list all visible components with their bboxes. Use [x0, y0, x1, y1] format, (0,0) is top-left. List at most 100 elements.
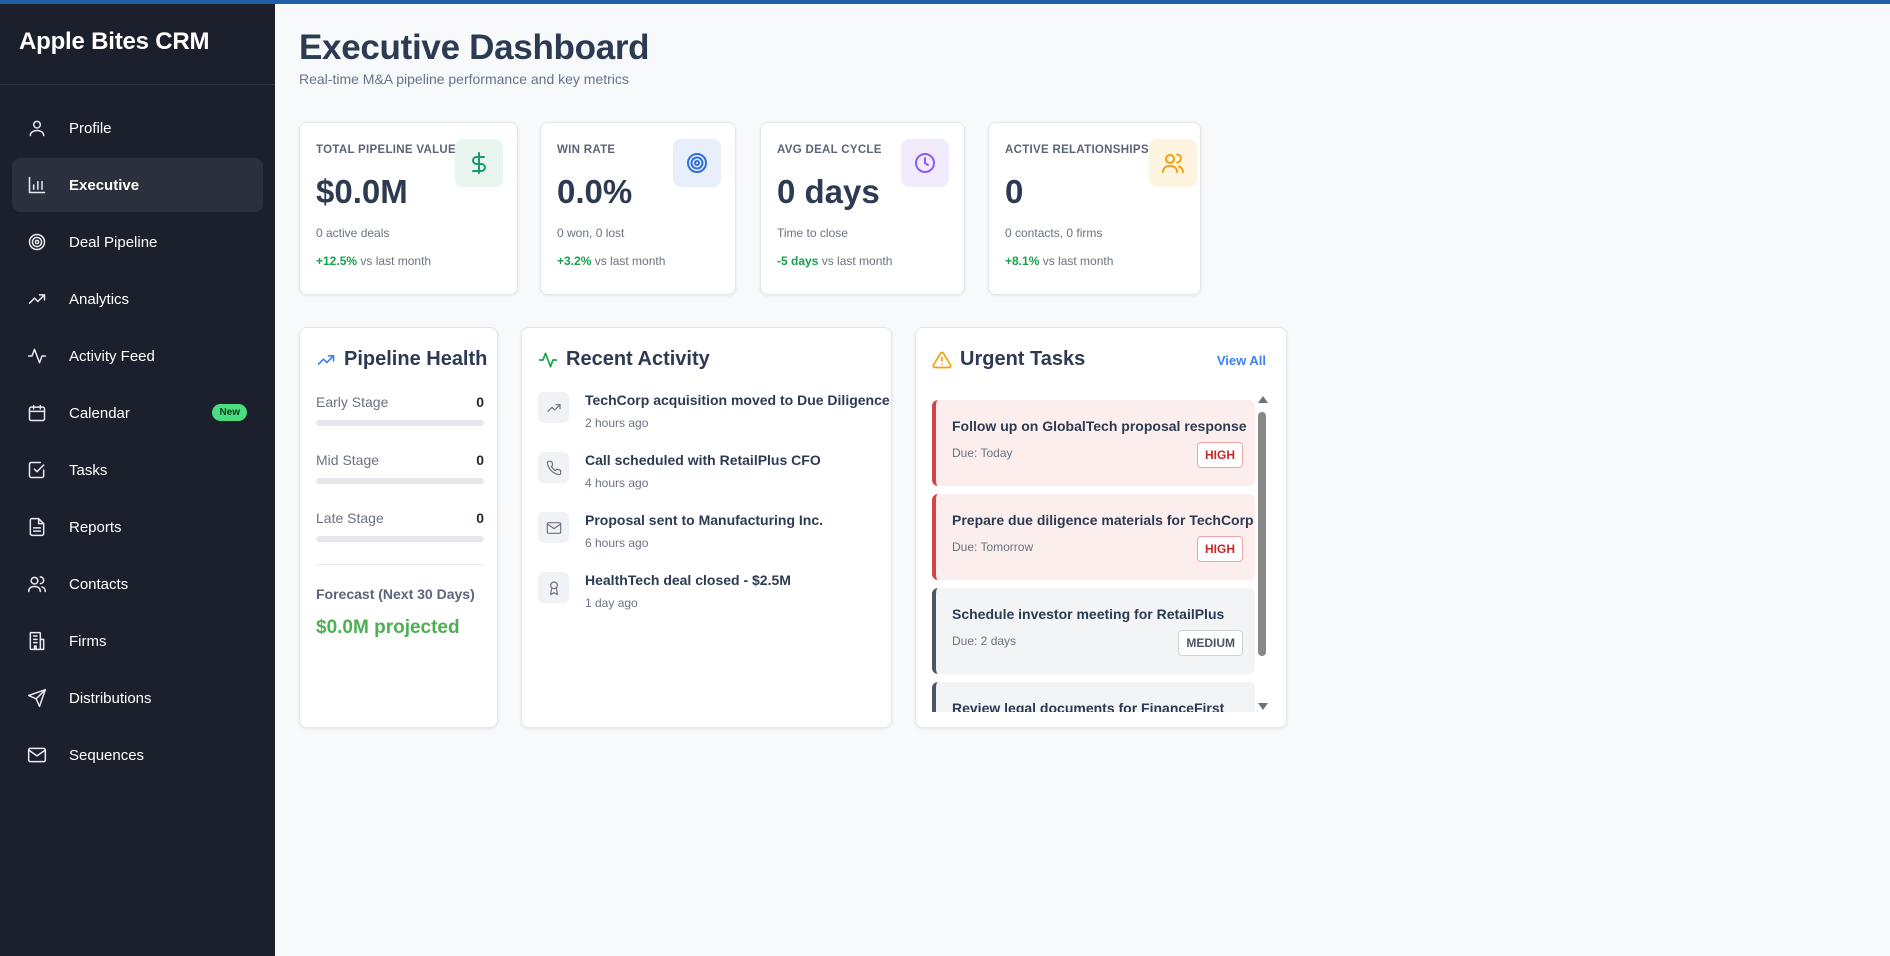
sidebar-item-label: Reports: [69, 518, 122, 536]
metric-trend-text: vs last month: [821, 254, 893, 268]
building-icon: [27, 631, 47, 651]
activity-item[interactable]: Proposal sent to Manufacturing Inc. 6 hou…: [538, 512, 823, 550]
divider: [316, 564, 484, 565]
task-list[interactable]: Follow up on GlobalTech proposal respons…: [932, 392, 1255, 712]
activity-text: HealthTech deal closed - $2.5M: [585, 572, 791, 588]
metric-subtext: 0 won, 0 lost: [557, 226, 625, 240]
sidebar-item-firms[interactable]: Firms: [12, 614, 263, 668]
task-due: Due: 2 days: [952, 634, 1017, 648]
send-icon: [27, 688, 47, 708]
pipeline-health-panel: Pipeline Health Early Stage 0 Mid Stage 0 …: [299, 327, 498, 728]
sidebar-item-label: Tasks: [69, 461, 108, 479]
metric-delta: +8.1%: [1005, 254, 1040, 268]
metric-card-active-relationships: ACTIVE RELATIONSHIPS 0 0 contacts, 0 fir…: [988, 122, 1201, 295]
sidebar-item-deal-pipeline[interactable]: Deal Pipeline: [12, 215, 263, 269]
sidebar-item-label: Distributions: [69, 689, 152, 707]
metric-value: 0: [1005, 173, 1024, 210]
task-item[interactable]: Prepare due diligence materials for Tech…: [932, 494, 1255, 580]
activity-item[interactable]: HealthTech deal closed - $2.5M 1 day ago: [538, 572, 791, 610]
stage-mid: Mid Stage 0: [316, 452, 484, 484]
sidebar-item-label: Firms: [69, 632, 107, 650]
task-due: Due: Today: [952, 446, 1013, 460]
panel-title: Recent Activity: [538, 348, 710, 371]
dollar-icon: [455, 139, 503, 187]
activity-text: TechCorp acquisition moved to Due Dilige…: [585, 392, 890, 408]
activity-time: 1 day ago: [585, 596, 638, 610]
metric-delta: -5 days: [777, 254, 819, 268]
file-text-icon: [27, 517, 47, 537]
metric-trend-text: vs last month: [360, 254, 432, 268]
activity-item[interactable]: TechCorp acquisition moved to Due Dilige…: [538, 392, 890, 430]
metric-value: 0 days: [777, 173, 880, 210]
users-icon: [27, 574, 47, 594]
stage-label: Late Stage: [316, 510, 384, 526]
activity-time: 4 hours ago: [585, 476, 649, 490]
sidebar-item-executive[interactable]: Executive: [12, 158, 263, 212]
stage-early: Early Stage 0: [316, 394, 484, 426]
metric-trend: -5 days vs last month: [777, 254, 892, 268]
task-item[interactable]: Review legal documents for FinanceFirst: [932, 682, 1255, 712]
recent-activity-panel: Recent Activity TechCorp acquisition mov…: [521, 327, 892, 728]
task-due: Due: Tomorrow: [952, 540, 1034, 554]
forecast-value: $0.0M projected: [316, 617, 460, 638]
scroll-thumb[interactable]: [1258, 412, 1266, 656]
main-content: Executive Dashboard Real-time M&A pipeli…: [275, 0, 1890, 956]
stage-count: 0: [476, 452, 484, 468]
metric-trend: +12.5% vs last month: [316, 254, 431, 268]
metric-label: ACTIVE RELATIONSHIPS: [1005, 144, 1149, 156]
sidebar-nav: Profile Executive Deal Pipeline Analytic…: [0, 85, 275, 782]
metric-subtext: 0 contacts, 0 firms: [1005, 226, 1103, 240]
sidebar-item-label: Sequences: [69, 746, 145, 764]
stage-count: 0: [476, 510, 484, 526]
sidebar-item-label: Activity Feed: [69, 347, 155, 365]
phone-icon: [538, 452, 569, 483]
award-icon: [538, 572, 569, 603]
metric-trend-text: vs last month: [1042, 254, 1114, 268]
task-item[interactable]: Follow up on GlobalTech proposal respons…: [932, 400, 1255, 486]
activity-item[interactable]: Call scheduled with RetailPlus CFO 4 hour…: [538, 452, 821, 490]
panel-title: Pipeline Health: [316, 348, 487, 371]
activity-icon: [27, 346, 47, 366]
sidebar-item-sequences[interactable]: Sequences: [12, 728, 263, 782]
target-icon: [673, 139, 721, 187]
mail-icon: [538, 512, 569, 543]
stage-late: Late Stage 0: [316, 510, 484, 542]
sidebar-item-profile[interactable]: Profile: [12, 101, 263, 155]
metric-subtext: Time to close: [777, 226, 848, 240]
sidebar-item-label: Contacts: [69, 575, 129, 593]
metric-trend-text: vs last month: [594, 254, 666, 268]
panel-title: Urgent Tasks: [932, 348, 1085, 371]
task-item[interactable]: Schedule investor meeting for RetailPlus…: [932, 588, 1255, 674]
sidebar-item-distributions[interactable]: Distributions: [12, 671, 263, 725]
pipeline-health-title: Pipeline Health: [344, 348, 488, 370]
stage-progress-bar: [316, 536, 484, 542]
view-all-link[interactable]: View All: [1217, 353, 1266, 368]
metric-card-avg-deal-cycle: AVG DEAL CYCLE 0 days Time to close -5 d…: [760, 122, 965, 295]
sidebar-item-contacts[interactable]: Contacts: [12, 557, 263, 611]
task-title: Schedule investor meeting for RetailPlus: [952, 606, 1225, 622]
metric-trend: +3.2% vs last month: [557, 254, 665, 268]
sidebar-item-analytics[interactable]: Analytics: [12, 272, 263, 326]
urgent-tasks-panel: Urgent Tasks View All Follow up on Globa…: [915, 327, 1287, 728]
sidebar-item-label: Analytics: [69, 290, 130, 308]
metric-label: WIN RATE: [557, 144, 616, 156]
sidebar-item-label: Calendar: [69, 404, 130, 422]
recent-activity-title: Recent Activity: [566, 348, 710, 370]
sidebar-item-label: Deal Pipeline: [69, 233, 158, 251]
priority-badge: MEDIUM: [1178, 630, 1243, 656]
metric-label: TOTAL PIPELINE VALUE: [316, 144, 456, 156]
metric-delta: +3.2%: [557, 254, 592, 268]
metric-value: 0.0%: [557, 173, 633, 210]
mail-icon: [27, 745, 47, 765]
forecast-label: Forecast (Next 30 Days): [316, 586, 475, 602]
scroll-up-arrow[interactable]: [1258, 396, 1268, 403]
sidebar-item-reports[interactable]: Reports: [12, 500, 263, 554]
sidebar-item-tasks[interactable]: Tasks: [12, 443, 263, 497]
page-subtitle: Real-time M&A pipeline performance and k…: [299, 71, 629, 87]
sidebar-item-activity-feed[interactable]: Activity Feed: [12, 329, 263, 383]
task-title: Prepare due diligence materials for Tech…: [952, 512, 1254, 528]
task-list-scrollbar[interactable]: [1257, 396, 1268, 710]
scroll-down-arrow[interactable]: [1258, 703, 1268, 710]
stage-progress-bar: [316, 420, 484, 426]
sidebar-item-calendar[interactable]: Calendar New: [12, 386, 263, 440]
